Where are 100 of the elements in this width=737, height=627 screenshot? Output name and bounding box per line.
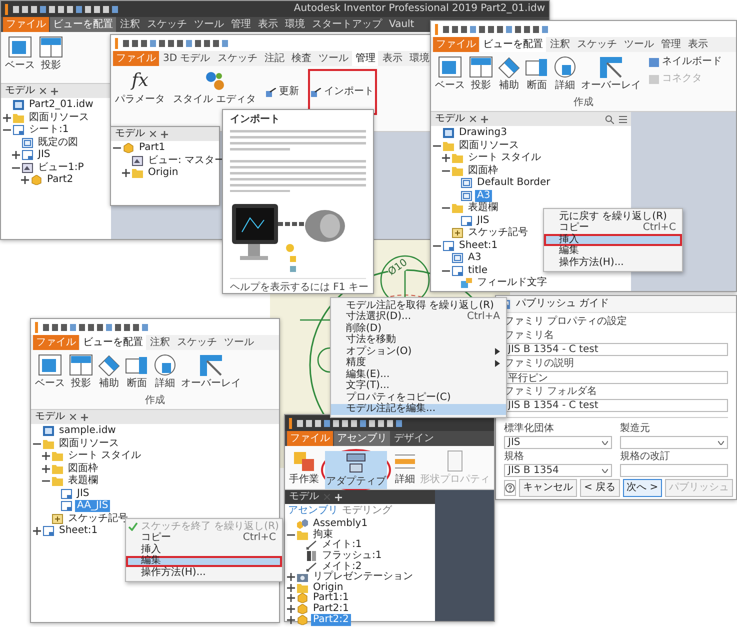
tree-item[interactable]: Origin bbox=[146, 167, 180, 180]
expand-icon[interactable] bbox=[42, 452, 50, 460]
menu-item[interactable]: 編集 bbox=[126, 556, 282, 567]
ribbon-button[interactable]: 補助 bbox=[96, 353, 122, 391]
tree-item[interactable]: Drawing3 bbox=[457, 127, 509, 140]
tree-item[interactable]: 図面枠 bbox=[66, 462, 100, 475]
menu-item[interactable]: 操作方法(H)... bbox=[126, 567, 282, 578]
tree-item[interactable]: メイト:1 bbox=[320, 539, 364, 552]
tree-item[interactable]: Part2 bbox=[45, 174, 76, 186]
ribbon-button[interactable]: 投影 bbox=[468, 55, 494, 93]
ribbon-button[interactable]: 断面 bbox=[124, 353, 150, 391]
ribbon-tab[interactable]: デザイン bbox=[391, 431, 437, 446]
tree-item[interactable]: JIS bbox=[36, 149, 52, 162]
ribbon-tab[interactable]: 注釈 bbox=[117, 17, 143, 32]
close-icon[interactable] bbox=[40, 88, 46, 94]
ribbon-button[interactable]: 投影 bbox=[38, 35, 64, 73]
text-field[interactable]: 平行ピン bbox=[504, 371, 728, 384]
browser-tab[interactable]: モデル bbox=[435, 113, 465, 125]
tree-item[interactable]: 表題欄 bbox=[466, 202, 500, 214]
tree-item[interactable]: sample.idw bbox=[57, 425, 118, 438]
close-icon[interactable] bbox=[70, 414, 76, 420]
tree-item[interactable]: Part1 bbox=[137, 142, 168, 154]
ribbon-tab[interactable]: ビューを配置 bbox=[80, 335, 146, 350]
ribbon-tab[interactable]: 検査 bbox=[288, 51, 314, 66]
browser-tab[interactable]: モデル bbox=[5, 85, 35, 97]
ribbon-tab[interactable]: スケッチ bbox=[214, 51, 260, 66]
expand-icon[interactable] bbox=[442, 154, 450, 162]
ribbon-tab[interactable]: 注釈 bbox=[547, 37, 573, 52]
ribbon-tab[interactable]: ビューを配置 bbox=[480, 37, 546, 52]
menu-icon[interactable] bbox=[619, 116, 627, 122]
ribbon-tab[interactable]: スケッチ bbox=[574, 37, 620, 52]
tree-item[interactable]: フィールド文字 bbox=[475, 277, 549, 290]
add-icon[interactable] bbox=[161, 130, 168, 138]
expand-icon[interactable] bbox=[12, 151, 20, 160]
ribbon-button[interactable]: ネイルボード bbox=[646, 55, 725, 69]
tree-item[interactable]: シート:1 bbox=[27, 124, 71, 136]
ribbon-tab[interactable]: 環境 bbox=[406, 51, 432, 66]
ribbon-button[interactable]: スタイル エディタ bbox=[172, 69, 258, 115]
menu-item[interactable]: 元に戻す を繰り返し(R) bbox=[544, 211, 682, 222]
ribbon-tab[interactable]: ツール bbox=[315, 51, 352, 66]
expand-icon[interactable] bbox=[21, 176, 29, 184]
tree-item[interactable]: シート スタイル bbox=[66, 450, 144, 462]
ribbon-button[interactable]: アダプティブ bbox=[325, 451, 387, 489]
tree-item[interactable]: 拘束 bbox=[311, 528, 335, 541]
browser-subtab[interactable]: アセンブリ bbox=[288, 505, 338, 517]
tree-item[interactable]: フラッシュ:1 bbox=[320, 550, 384, 562]
menu-item[interactable]: 精度 bbox=[331, 358, 506, 369]
menu-item[interactable]: 文字(T)... bbox=[331, 380, 506, 392]
menu-item[interactable]: モデル注記を取得 を繰り返し(R) bbox=[331, 300, 506, 312]
tree-item[interactable]: リプレゼンテーション bbox=[311, 571, 415, 584]
tree-item[interactable]: Sheet:1 bbox=[457, 240, 500, 252]
dialog-button[interactable]: < 戻る bbox=[580, 479, 620, 497]
dialog-button[interactable]: 次へ > bbox=[622, 479, 662, 497]
tree-item[interactable]: title bbox=[466, 264, 490, 277]
ribbon-button[interactable]: 投影 bbox=[68, 353, 94, 391]
menu-item[interactable]: オプション(O) bbox=[331, 346, 506, 358]
ribbon-tab[interactable]: Vault bbox=[386, 17, 418, 32]
tree-item[interactable]: Part2_01.idw bbox=[27, 99, 96, 112]
ribbon-tab[interactable]: スケッチ bbox=[144, 17, 190, 32]
expand-icon[interactable] bbox=[122, 169, 130, 178]
tree-item[interactable]: 表題欄 bbox=[66, 475, 100, 488]
help-button[interactable] bbox=[504, 480, 516, 496]
ribbon-tab[interactable]: ツール bbox=[191, 17, 227, 32]
tree-item[interactable]: Default Border bbox=[475, 177, 552, 190]
ribbon-tab[interactable]: 注釈 bbox=[147, 335, 173, 350]
ribbon-tab[interactable]: 注記 bbox=[261, 51, 288, 66]
ribbon-tab[interactable]: ツール bbox=[221, 335, 257, 350]
ribbon-tab[interactable]: ビューを配置 bbox=[50, 17, 116, 32]
expand-icon[interactable] bbox=[33, 527, 41, 536]
ribbon-tab[interactable]: スケッチ bbox=[174, 335, 220, 350]
menu-item[interactable]: 編集 bbox=[544, 246, 682, 257]
tree-item[interactable]: Part1:1 bbox=[311, 592, 351, 604]
ribbon-tab[interactable]: 環境 bbox=[282, 17, 308, 32]
ribbon-button[interactable]: ベース bbox=[434, 55, 466, 93]
ribbon-button[interactable]: ベース bbox=[4, 35, 36, 73]
ribbon-tab[interactable]: 管理 bbox=[658, 37, 684, 52]
tree-item[interactable]: Part2:1 bbox=[311, 603, 351, 616]
menu-item[interactable]: コピー Ctrl+C bbox=[544, 222, 682, 234]
ribbon-tab[interactable]: 管理 bbox=[228, 17, 254, 32]
expand-icon[interactable] bbox=[287, 573, 295, 582]
ribbon-button[interactable]: 詳細 bbox=[152, 353, 178, 391]
ribbon-button[interactable]: オーバーレイ bbox=[580, 55, 642, 93]
close-icon[interactable] bbox=[150, 131, 156, 137]
browser-subtab[interactable]: モデリング bbox=[342, 505, 392, 517]
ribbon-button[interactable]: 詳細 bbox=[552, 55, 578, 93]
menu-item[interactable]: 挿入 bbox=[544, 234, 682, 246]
ribbon-button[interactable]: オーバーレイ bbox=[180, 353, 242, 391]
ribbon-button[interactable]: fx パラメータ bbox=[114, 69, 166, 115]
browser-tab[interactable]: モデル bbox=[35, 411, 65, 423]
menu-item[interactable]: 寸法を移動 bbox=[331, 334, 506, 346]
ribbon-button[interactable]: 断面 bbox=[524, 55, 550, 93]
menu-item[interactable]: 挿入 bbox=[126, 544, 282, 556]
menu-item[interactable]: 編集(E)... bbox=[331, 369, 506, 380]
tree-item[interactable]: シート スタイル bbox=[466, 152, 544, 164]
tree-item[interactable]: 既定の図 bbox=[36, 136, 80, 149]
menu-item[interactable]: コピー Ctrl+C bbox=[126, 532, 282, 544]
menu-item[interactable]: 削除(D) bbox=[331, 323, 506, 334]
dropdown[interactable]: JIS B 1354 bbox=[504, 464, 612, 477]
ribbon-tab[interactable]: 3D モデル bbox=[160, 51, 214, 66]
tree-item[interactable]: 図面リソース bbox=[457, 140, 521, 152]
